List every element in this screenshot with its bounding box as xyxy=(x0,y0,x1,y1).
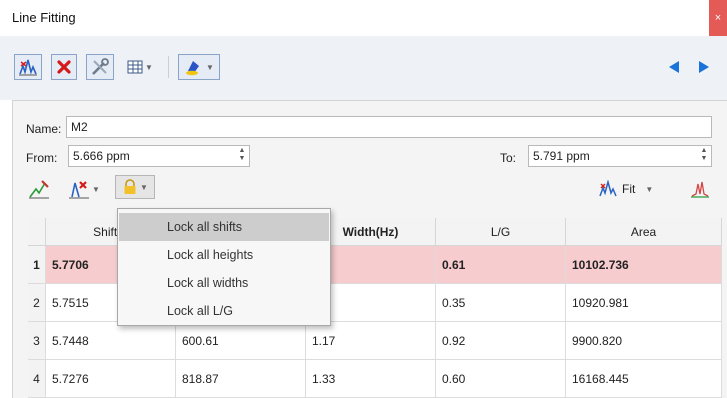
chevron-down-icon: ▼ xyxy=(645,184,654,194)
cell-lg[interactable]: 0.35 xyxy=(436,284,566,322)
menu-item-lock-all-heights[interactable]: Lock all heights xyxy=(119,241,329,269)
to-value: 5.791 ppm xyxy=(533,149,590,163)
cell-shift[interactable]: 5.7276 xyxy=(46,360,176,398)
lock-menu: Lock all shifts Lock all heights Lock al… xyxy=(117,208,331,326)
name-field[interactable]: M2 xyxy=(66,116,712,138)
main-toolbar: ▼ ▼ xyxy=(0,36,727,100)
cell-width[interactable]: 1.33 xyxy=(306,360,436,398)
row-number[interactable]: 1 xyxy=(28,246,46,284)
cell-lg[interactable]: 0.61 xyxy=(436,246,566,284)
prev-icon xyxy=(669,61,679,73)
title-bar: Line Fitting × xyxy=(0,0,727,36)
lock-icon xyxy=(124,179,136,194)
pick-peak-button[interactable] xyxy=(28,177,56,201)
cell-lg[interactable]: 0.92 xyxy=(436,322,566,360)
cell-area[interactable]: 10920.981 xyxy=(566,284,722,322)
from-value: 5.666 ppm xyxy=(73,149,130,163)
next-button[interactable] xyxy=(692,54,716,80)
chevron-down-icon: ▼ xyxy=(140,182,148,192)
fit-label: Fit xyxy=(622,182,636,196)
window-title: Line Fitting xyxy=(12,10,76,25)
fit-peaks-icon xyxy=(19,59,37,76)
from-spinner[interactable]: ▲ ▼ xyxy=(237,147,247,165)
cell-area[interactable]: 10102.736 xyxy=(566,246,722,284)
tools-icon xyxy=(92,58,109,75)
table-icon xyxy=(127,60,143,74)
cell-area[interactable]: 16168.445 xyxy=(566,360,722,398)
spectrum-view-button[interactable] xyxy=(690,177,716,201)
remove-peak-dropdown[interactable]: ▼ xyxy=(68,177,108,201)
remove-peak-icon xyxy=(69,181,89,199)
cell-height[interactable]: 600.61 xyxy=(176,322,306,360)
column-header-lg[interactable]: L/G xyxy=(436,218,566,246)
cell-lg[interactable]: 0.60 xyxy=(436,360,566,398)
from-label: From: xyxy=(26,151,58,165)
next-icon xyxy=(699,61,709,73)
menu-item-lock-all-shifts[interactable]: Lock all shifts xyxy=(119,213,329,241)
table-view-dropdown[interactable]: ▼ xyxy=(124,54,156,80)
chevron-down-icon: ▼ xyxy=(206,62,214,72)
close-button[interactable]: × xyxy=(709,0,727,36)
color-icon xyxy=(186,61,200,76)
to-label: To: xyxy=(500,151,517,165)
row-header-corner xyxy=(28,218,46,246)
column-header-area[interactable]: Area xyxy=(566,218,722,246)
name-label: Name: xyxy=(26,122,62,136)
cell-width[interactable]: 1.17 xyxy=(306,322,436,360)
color-dropdown[interactable]: ▼ xyxy=(178,54,220,80)
row-number[interactable]: 2 xyxy=(28,284,46,322)
menu-item-lock-all-widths[interactable]: Lock all widths xyxy=(119,269,329,297)
spectrum-icon xyxy=(691,181,709,198)
pick-peak-icon xyxy=(29,180,49,199)
previous-button[interactable] xyxy=(662,54,686,80)
chevron-down-icon: ▼ xyxy=(92,184,100,194)
chevron-down-icon: ▼ xyxy=(145,62,153,72)
to-spinner[interactable]: ▲ ▼ xyxy=(699,147,709,165)
delete-button[interactable] xyxy=(51,54,77,80)
cell-shift[interactable]: 5.7448 xyxy=(46,322,176,360)
fit-dropdown[interactable]: Fit ▼ xyxy=(598,177,668,201)
toolbar-divider xyxy=(168,56,169,78)
from-field[interactable]: 5.666 ppm ▲ ▼ xyxy=(68,145,250,167)
cell-height[interactable]: 818.87 xyxy=(176,360,306,398)
delete-icon xyxy=(57,60,71,74)
fit-peaks-button[interactable] xyxy=(14,54,42,80)
menu-item-lock-all-lg[interactable]: Lock all L/G xyxy=(119,297,329,325)
row-number[interactable]: 4 xyxy=(28,360,46,398)
fit-peaks-icon xyxy=(599,180,617,197)
to-field[interactable]: 5.791 ppm ▲ ▼ xyxy=(528,145,712,167)
cell-area[interactable]: 9900.820 xyxy=(566,322,722,360)
row-number[interactable]: 3 xyxy=(28,322,46,360)
lock-dropdown[interactable]: ▼ xyxy=(115,175,155,199)
tools-button[interactable] xyxy=(86,54,114,80)
